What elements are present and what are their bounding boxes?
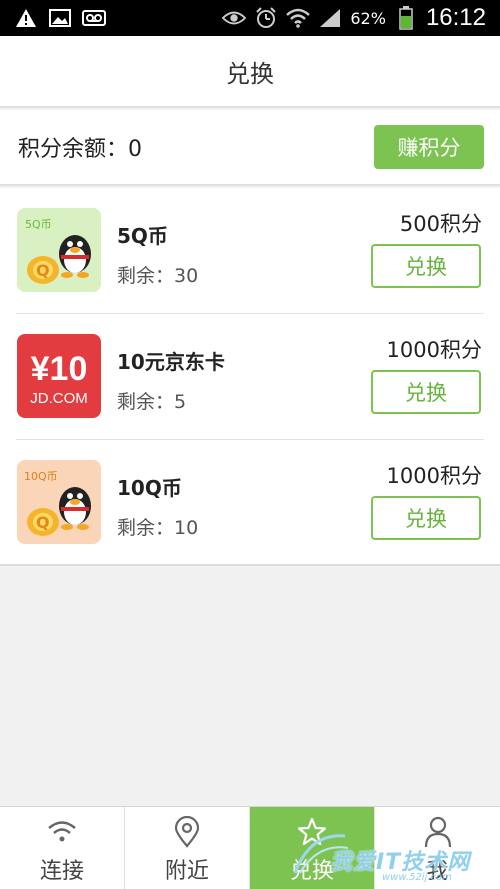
eye-icon <box>222 7 247 29</box>
page-title: 兑换 <box>226 59 274 88</box>
clock-time: 16:12 <box>425 4 486 31</box>
tab-label: 兑换 <box>289 859 334 884</box>
warning-icon <box>14 7 38 29</box>
svg-text:Q: Q <box>36 513 50 532</box>
location-pin-icon <box>170 815 204 849</box>
thumb-brand: JD.COM <box>30 390 88 407</box>
thumb-label: 5Q币 <box>25 218 52 231</box>
tab-label: 附近 <box>164 859 209 884</box>
tab-label: 连接 <box>39 859 84 884</box>
svg-text:Q: Q <box>36 261 50 280</box>
tab-exchange[interactable]: 兑换 <box>250 807 375 889</box>
item-points: 1000积分 <box>386 464 482 488</box>
redeem-button[interactable]: 兑换 <box>371 370 481 414</box>
alarm-icon <box>254 7 278 29</box>
star-icon <box>295 815 329 849</box>
list-item: ¥10 JD.COM 10元京东卡 剩余：5 1000积分 兑换 <box>16 314 484 440</box>
list-item: 10Q币 Q 10Q币 剩余：10 1000积分 兑换 <box>16 440 484 566</box>
item-points: 1000积分 <box>386 338 482 362</box>
jd-card-thumbnail: ¥10 JD.COM <box>17 334 101 418</box>
item-name: 10元京东卡 <box>117 350 225 374</box>
item-stock: 剩余：5 <box>117 391 187 413</box>
wifi-icon <box>286 7 311 29</box>
points-balance-label: 积分余额：0 <box>18 137 142 162</box>
header: 兑换 <box>0 36 500 108</box>
item-stock: 剩余：30 <box>117 265 199 287</box>
redeem-button[interactable]: 兑换 <box>371 496 481 540</box>
redeem-button[interactable]: 兑换 <box>371 244 481 288</box>
wifi-icon <box>45 815 79 849</box>
voicemail-icon <box>82 7 106 29</box>
tab-connect[interactable]: 连接 <box>0 807 125 889</box>
item-points: 500积分 <box>399 212 482 236</box>
person-icon <box>421 815 455 849</box>
tab-me[interactable]: 我 <box>375 807 500 889</box>
tab-nearby[interactable]: 附近 <box>125 807 250 889</box>
qq-coin-thumbnail: 10Q币 Q <box>17 460 101 544</box>
thumb-value: ¥10 <box>31 350 88 388</box>
thumb-label: 10Q币 <box>24 470 58 483</box>
signal-icon <box>318 7 342 29</box>
tab-label: 我 <box>426 859 449 884</box>
earn-points-button[interactable]: 赚积分 <box>374 125 484 169</box>
status-bar: 62% 16:12 <box>0 0 500 36</box>
qq-coin-thumbnail: 5Q币 Q <box>17 208 101 292</box>
reward-list: 5Q币 Q 5Q币 剩余：30 500积分 兑换 ¥10 JD.COM 10元京… <box>0 188 500 566</box>
bottom-tab-bar: 连接 附近 兑换 我 <box>0 806 500 889</box>
list-item: 5Q币 Q 5Q币 剩余：30 500积分 兑换 <box>16 188 484 314</box>
image-icon <box>48 7 72 29</box>
battery-icon <box>394 6 418 30</box>
item-name: 5Q币 <box>117 224 168 248</box>
item-name: 10Q币 <box>117 476 182 500</box>
item-stock: 剩余：10 <box>117 517 199 539</box>
battery-percent: 62% <box>350 8 386 28</box>
points-balance-bar: 积分余额：0 赚积分 <box>0 110 500 186</box>
